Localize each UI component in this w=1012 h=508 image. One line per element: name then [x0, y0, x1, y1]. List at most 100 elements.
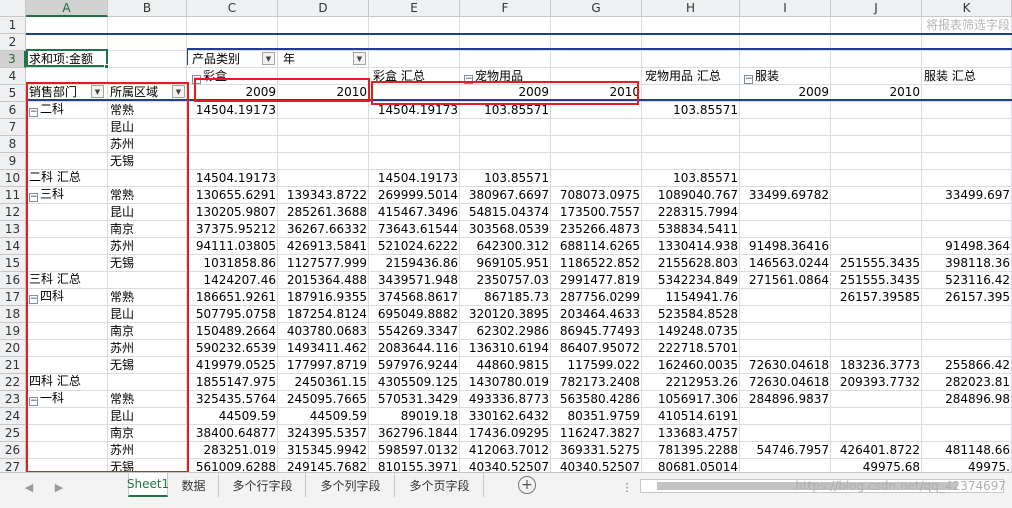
value-cell[interactable]: 72630.04618	[740, 374, 831, 391]
triangle-right-icon[interactable]: ▶	[50, 477, 68, 497]
value-cell[interactable]: 269999.5014	[369, 187, 460, 204]
value-cell[interactable]	[922, 323, 1012, 340]
value-cell[interactable]: 44509.59	[187, 408, 278, 425]
row-header[interactable]: 25	[0, 425, 26, 442]
cat-cloth-header[interactable]: − 服装	[742, 68, 862, 85]
value-cell[interactable]: 183236.3773	[831, 357, 922, 374]
row-header[interactable]: 19	[0, 323, 26, 340]
col-field-product-category-dropdown[interactable]: ▼	[262, 52, 275, 65]
value-cell[interactable]: 597976.9244	[369, 357, 460, 374]
value-cell[interactable]: 412063.7012	[460, 442, 551, 459]
column-header[interactable]: J	[831, 0, 922, 17]
value-cell[interactable]: 222718.5701	[642, 340, 740, 357]
value-cell[interactable]	[551, 119, 642, 136]
value-cell[interactable]: 54746.7957	[740, 442, 831, 459]
value-cell[interactable]: 538834.5411	[642, 221, 740, 238]
value-cell[interactable]: 561009.6288	[187, 459, 278, 472]
row-header[interactable]: 10	[0, 170, 26, 187]
value-cell[interactable]	[831, 221, 922, 238]
row-header[interactable]: 18	[0, 306, 26, 323]
value-cell[interactable]	[642, 153, 740, 170]
column-header[interactable]: K	[922, 0, 1012, 17]
column-header[interactable]: A	[26, 0, 108, 17]
value-cell[interactable]: 1330414.938	[642, 238, 740, 255]
value-cell[interactable]: 245095.7665	[278, 391, 369, 408]
value-cell[interactable]	[922, 204, 1012, 221]
value-cell[interactable]: 2212953.26	[642, 374, 740, 391]
value-cell[interactable]: 17436.09295	[460, 425, 551, 442]
value-cell[interactable]	[831, 119, 922, 136]
value-cell[interactable]	[187, 136, 278, 153]
value-cell[interactable]	[740, 153, 831, 170]
value-cell[interactable]	[922, 170, 1012, 187]
value-cell[interactable]	[740, 408, 831, 425]
value-cell[interactable]: 782173.2408	[551, 374, 642, 391]
value-cell[interactable]: 173500.7557	[551, 204, 642, 221]
row-header[interactable]: 7	[0, 119, 26, 136]
spreadsheet-grid[interactable]: ABCDEFGHIJK 1 2 3 4 5 6 7 8 9 10 11 12 13 14 15 16 17 18 1…	[0, 0, 1012, 472]
column-header[interactable]: B	[108, 0, 187, 17]
value-cell[interactable]: 136310.6194	[460, 340, 551, 357]
value-cell[interactable]	[740, 221, 831, 238]
value-cell[interactable]	[831, 408, 922, 425]
row-header[interactable]: 13	[0, 221, 26, 238]
value-cell[interactable]: 187916.9355	[278, 289, 369, 306]
row-header[interactable]: 23	[0, 391, 26, 408]
value-cell[interactable]: 282023.81	[922, 374, 1012, 391]
value-cell[interactable]: 1031858.86	[187, 255, 278, 272]
value-cell[interactable]: 103.85571	[642, 170, 740, 187]
row-header[interactable]: 1	[0, 17, 26, 34]
value-cell[interactable]: 2350757.03	[460, 272, 551, 289]
col-field-year-dropdown[interactable]: ▼	[353, 52, 366, 65]
value-cell[interactable]: 209393.7732	[831, 374, 922, 391]
value-cell[interactable]: 426913.5841	[278, 238, 369, 255]
value-cell[interactable]: 80351.9759	[551, 408, 642, 425]
value-cell[interactable]: 26157.39585	[831, 289, 922, 306]
value-cell[interactable]: 73643.61544	[369, 221, 460, 238]
column-header[interactable]: I	[740, 0, 831, 17]
value-cell[interactable]: 1154941.76	[642, 289, 740, 306]
value-cell[interactable]: 149248.0735	[642, 323, 740, 340]
value-cell[interactable]: 781395.2288	[642, 442, 740, 459]
value-cell[interactable]: 103.85571	[642, 102, 740, 119]
value-cell[interactable]	[922, 102, 1012, 119]
column-header[interactable]: H	[642, 0, 740, 17]
value-cell[interactable]	[740, 204, 831, 221]
value-cell[interactable]	[831, 238, 922, 255]
value-cell[interactable]: 33499.69782	[740, 187, 831, 204]
value-cell[interactable]: 362796.1844	[369, 425, 460, 442]
value-cell[interactable]	[551, 136, 642, 153]
value-cell[interactable]: 235266.4873	[551, 221, 642, 238]
value-cell[interactable]: 523584.8528	[642, 306, 740, 323]
value-cell[interactable]: 37375.95212	[187, 221, 278, 238]
row-header[interactable]: 17	[0, 289, 26, 306]
value-cell[interactable]: 969105.951	[460, 255, 551, 272]
value-cell[interactable]: 26157.395	[922, 289, 1012, 306]
row-header[interactable]: 5	[0, 85, 26, 102]
value-cell[interactable]: 186651.9261	[187, 289, 278, 306]
value-cell[interactable]: 315345.9942	[278, 442, 369, 459]
value-cell[interactable]: 146563.0244	[740, 255, 831, 272]
value-cell[interactable]: 177997.8719	[278, 357, 369, 374]
value-cell[interactable]: 117599.022	[551, 357, 642, 374]
tab-multi-row-field[interactable]: 多个行字段	[220, 473, 306, 497]
ellipsis-icon[interactable]: ⋮	[618, 477, 636, 497]
value-cell[interactable]: 493336.8773	[460, 391, 551, 408]
value-cell[interactable]: 410514.6191	[642, 408, 740, 425]
value-cell[interactable]: 72630.04618	[740, 357, 831, 374]
value-cell[interactable]: 1186522.852	[551, 255, 642, 272]
value-cell[interactable]: 271561.0864	[740, 272, 831, 289]
value-cell[interactable]	[740, 170, 831, 187]
row-header[interactable]: 12	[0, 204, 26, 221]
value-cell[interactable]: 426401.8722	[831, 442, 922, 459]
value-cell[interactable]: 5342234.849	[642, 272, 740, 289]
value-cell[interactable]	[740, 459, 831, 472]
row-header[interactable]: 11	[0, 187, 26, 204]
row-header[interactable]: 26	[0, 442, 26, 459]
value-cell[interactable]: 14504.19173	[187, 102, 278, 119]
value-cell[interactable]	[187, 153, 278, 170]
value-cell[interactable]	[831, 340, 922, 357]
value-cell[interactable]: 1127577.999	[278, 255, 369, 272]
column-header[interactable]: G	[551, 0, 642, 17]
value-cell[interactable]	[922, 425, 1012, 442]
